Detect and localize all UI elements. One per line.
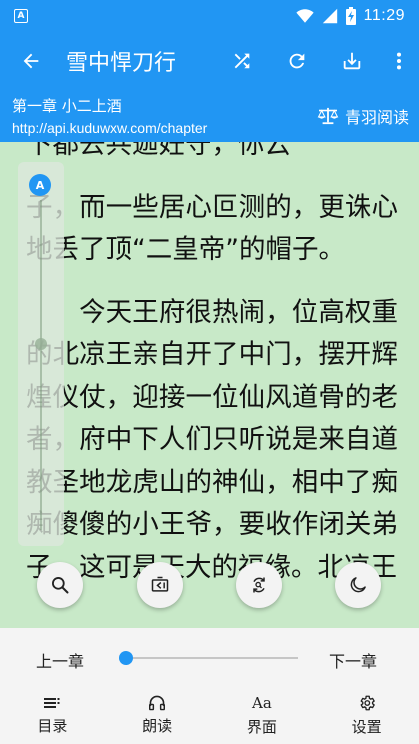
refresh-icon xyxy=(289,53,304,69)
nav-interface-label: 界面 xyxy=(246,717,277,736)
chapter-progress-track[interactable] xyxy=(126,657,298,659)
brightness-track xyxy=(40,200,42,530)
status-bar: A 11:29 xyxy=(0,0,419,32)
arrow-left-icon xyxy=(23,53,39,69)
auto-brightness-button[interactable]: A xyxy=(29,174,51,196)
replace-icon xyxy=(253,577,265,593)
chapter-bar: 第一章 小二上酒 http://api.kuduwxw.com/chapter … xyxy=(0,90,419,142)
signal-icon xyxy=(322,8,338,24)
chapter-title: 第一章 小二上酒 xyxy=(12,97,122,115)
change-source-button[interactable] xyxy=(214,32,269,90)
nav-settings-label: 设置 xyxy=(351,717,382,736)
search-button[interactable] xyxy=(37,562,83,608)
auto-page-button[interactable] xyxy=(137,562,183,608)
paragraph-2-text: 今天王府很热闹，位高权重的北凉王亲自开了中门，摆开辉煌仪仗，迎接一位仙风道骨的老… xyxy=(26,296,398,583)
back-button[interactable] xyxy=(0,32,62,90)
status-right: 11:29 xyxy=(296,7,405,25)
bottom-nav: 目录 朗读 Aa 界面 设置 xyxy=(0,686,419,744)
nav-catalog[interactable]: 目录 xyxy=(0,686,105,744)
font-icon: Aa xyxy=(251,693,272,712)
wifi-icon xyxy=(296,8,314,24)
clock: 11:29 xyxy=(363,7,405,24)
notification-badge-icon: A xyxy=(14,9,28,23)
top-line: 下都去共迦妊守，你云 xyxy=(26,142,291,160)
chapter-progress-row: 上一章 下一章 xyxy=(0,642,419,674)
chapter-url[interactable]: http://api.kuduwxw.com/chapter xyxy=(12,120,288,136)
replace-button[interactable] xyxy=(236,562,282,608)
shuffle-icon xyxy=(234,53,249,69)
paragraph-2: 今天王府很热闹，位高权重的北凉王亲自开了中门，摆开辉煌仪仗，迎接一位仙风道骨的老… xyxy=(26,292,398,590)
bottom-panel: 上一章 下一章 目录 朗读 Aa 界面 设置 xyxy=(0,628,419,744)
nav-read-aloud[interactable]: 朗读 xyxy=(105,686,210,744)
refresh-button[interactable] xyxy=(269,32,324,90)
toolbar-actions xyxy=(214,32,419,90)
scales-icon xyxy=(317,107,339,125)
book-title: 雪中悍刀行 xyxy=(66,51,177,76)
more-vert-icon xyxy=(396,52,402,70)
auto-page-icon xyxy=(151,576,169,592)
battery-icon xyxy=(345,7,356,25)
paragraph-1: 子，而一些居心叵测的，更诛心地丢了顶“二皇帝”的帽子。 xyxy=(26,191,398,266)
status-left: A xyxy=(14,9,28,23)
toolbar: 雪中悍刀行 xyxy=(0,32,419,90)
moon-icon xyxy=(350,577,366,593)
nav-settings[interactable]: 设置 xyxy=(314,686,419,744)
search-icon xyxy=(52,577,69,594)
nav-read-aloud-label: 朗读 xyxy=(142,716,173,735)
source-name: 青羽阅读 xyxy=(344,108,409,127)
brightness-thumb[interactable] xyxy=(35,338,47,350)
chapter-text: 下都去共迦妊守，你云 子，而一些居心叵测的，更诛心地丢了顶“二皇帝”的帽子。 今… xyxy=(26,142,398,589)
gear-icon xyxy=(360,695,375,710)
nav-catalog-label: 目录 xyxy=(37,716,68,735)
list-icon xyxy=(44,697,60,708)
book-source-button[interactable]: 青羽阅读 xyxy=(317,104,409,128)
next-chapter-button[interactable]: 下一章 xyxy=(329,648,377,672)
chapter-progress-thumb[interactable] xyxy=(119,651,133,665)
prev-chapter-button[interactable]: 上一章 xyxy=(36,648,84,672)
download-button[interactable] xyxy=(324,32,379,90)
download-icon xyxy=(343,52,360,70)
nav-interface[interactable]: Aa 界面 xyxy=(210,686,315,744)
headphones-icon xyxy=(149,695,166,710)
night-mode-button[interactable] xyxy=(335,562,381,608)
more-button[interactable] xyxy=(379,32,419,90)
